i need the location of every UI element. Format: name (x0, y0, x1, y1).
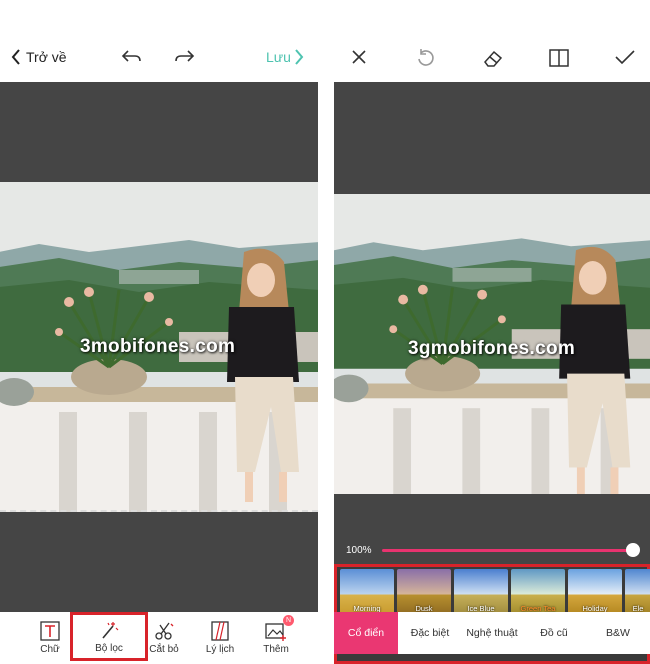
text-icon (40, 621, 60, 641)
save-label: Lưu (266, 49, 291, 65)
chevron-right-icon (293, 48, 305, 66)
eraser-icon (484, 50, 503, 67)
filter-thumb-dusk[interactable]: Dusk (397, 569, 451, 615)
magic-wand-icon (98, 620, 120, 640)
scissors-icon (153, 621, 175, 641)
redo-icon (175, 50, 195, 62)
close-button[interactable] (350, 48, 368, 66)
tool-crop[interactable]: Cắt bỏ (132, 612, 196, 664)
watermark: 3mobifones.com (80, 336, 236, 357)
undo-button[interactable] (120, 48, 142, 66)
category-art[interactable]: Nghệ thuật (462, 612, 522, 654)
rotate-icon (418, 49, 434, 66)
filter-top-bar (334, 0, 650, 82)
category-special[interactable]: Đặc biệt (398, 612, 462, 654)
category-vintage[interactable]: Đồ cũ (522, 612, 586, 654)
compare-icon (549, 49, 569, 67)
right-filter-screen: 3gmobifones.com 100% Morning Dusk Ice Bl… (334, 0, 650, 664)
tool-filter-label: Bộ lọc (95, 642, 123, 654)
category-bw[interactable]: B&W (586, 612, 650, 654)
background-icon (210, 621, 230, 641)
tool-background[interactable]: Lý lịch (188, 612, 252, 664)
eraser-button[interactable] (482, 48, 504, 68)
filter-thumb-holiday[interactable]: Holiday (568, 569, 622, 615)
filter-categories: Cổ điển Đặc biệt Nghệ thuật Đồ cũ B&W (334, 612, 650, 654)
intensity-value: 100% (346, 545, 372, 556)
tool-background-label: Lý lịch (205, 644, 235, 655)
tool-text-label: Chữ (40, 644, 60, 655)
slider-track[interactable] (382, 549, 634, 552)
watermark: 3gmobifones.com (408, 338, 576, 359)
tool-bar: Chữ Bộ lọc Cắt bỏ Lý lịch N Thêm (0, 612, 318, 664)
checkmark-icon (615, 50, 635, 65)
filter-thumb-morning[interactable]: Morning (340, 569, 394, 615)
slider-knob[interactable] (626, 543, 640, 557)
filter-thumb-partial[interactable]: Ele (625, 569, 650, 615)
tool-crop-label: Cắt bỏ (149, 644, 179, 655)
save-button[interactable]: Lưu (266, 48, 305, 66)
preview-canvas: 3gmobifones.com 100% (334, 82, 650, 564)
left-editor-screen: Trở về Lưu 3mobifones.com Chữ Bộ lọc Cắt… (0, 0, 318, 664)
filter-thumbnails: Morning Dusk Ice Blue Green Tea Holiday … (340, 569, 650, 617)
back-button[interactable]: Trở về (10, 48, 67, 66)
redo-button[interactable] (174, 48, 196, 66)
divider (318, 0, 334, 664)
new-badge: N (283, 615, 294, 626)
back-label: Trở về (26, 49, 67, 65)
chevron-left-icon (10, 48, 22, 66)
tool-more[interactable]: N Thêm (244, 612, 308, 664)
apply-button[interactable] (614, 48, 636, 66)
top-bar: Trở về Lưu (0, 0, 318, 82)
filter-thumb-ice-blue[interactable]: Ice Blue (454, 569, 508, 615)
filter-panel: Morning Dusk Ice Blue Green Tea Holiday … (334, 564, 650, 664)
compare-button[interactable] (548, 48, 570, 68)
tool-more-label: Thêm (263, 644, 289, 655)
reset-button[interactable] (416, 48, 436, 68)
filter-thumb-green-tea[interactable]: Green Tea (511, 569, 565, 615)
photo-border-bottom (0, 510, 318, 512)
category-classic[interactable]: Cổ điển (334, 612, 398, 654)
undo-icon (121, 50, 141, 62)
edit-icon (0, 627, 1, 649)
intensity-slider[interactable]: 100% (334, 540, 650, 562)
editing-canvas[interactable]: 3mobifones.com (0, 82, 318, 612)
close-icon (352, 50, 366, 64)
